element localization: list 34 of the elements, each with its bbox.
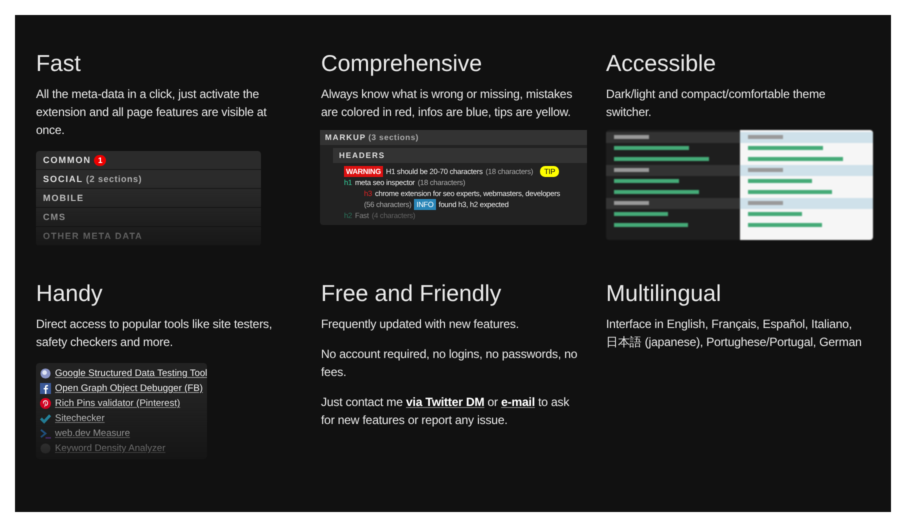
prompt-icon <box>40 428 51 439</box>
tool-link[interactable]: Google Structured Data Testing Tool <box>55 368 208 379</box>
tool-link[interactable]: Open Graph Object Debugger (FB) <box>55 383 203 394</box>
facebook-icon <box>40 383 51 394</box>
menu-item[interactable]: SOCIAL (2 sections) <box>36 170 261 189</box>
feature-description: Always know what is wrong or missing, mistakes are colored in red, infos are blue, tips are yellow. <box>321 86 574 121</box>
tool-link[interactable]: web.dev Measure <box>55 428 130 439</box>
subsection-header[interactable]: HEADERS <box>333 148 587 163</box>
feature-description: Interface in English, Français, Español, Italiano, 日本語 (japanese), Portughese/Portugal, German <box>606 316 863 351</box>
feature-description: Dark/light and compact/comfortable theme switcher. <box>606 86 826 121</box>
feature-description: All the meta-data in a click, just activate the extension and all page features are visible at once. <box>36 86 268 139</box>
feature-title: Accessible <box>606 49 717 77</box>
tool-link[interactable]: Sitechecker <box>55 413 105 424</box>
section-header[interactable]: MARKUP (3 sections) <box>320 130 587 145</box>
contact-link[interactable]: e-mail <box>501 395 535 409</box>
contact-link[interactable]: via Twitter DM <box>406 395 484 409</box>
count-badge: 1 <box>94 154 106 166</box>
feature-title: Free and Friendly <box>321 279 502 307</box>
menu-item[interactable]: COMMON 1 <box>36 151 261 170</box>
feature-title: Handy <box>36 279 104 307</box>
feature-description: Frequently updated with new features. <box>321 316 520 333</box>
feature-description: Just contact me via Twitter DM or e-mail to ask for new features or report any issue. <box>321 394 570 429</box>
pinterest-icon <box>40 398 51 409</box>
feature-title: Fast <box>36 49 82 77</box>
globe-icon <box>40 368 51 379</box>
menu-item[interactable]: MOBILE <box>36 189 261 208</box>
menu-item[interactable]: CMS <box>36 208 261 227</box>
tool-link[interactable]: Rich Pins validator (Pinterest) <box>55 398 180 409</box>
feature-description: Direct access to popular tools like site testers, safety checkers and more. <box>36 316 274 351</box>
feature-title: Multilingual <box>606 279 722 307</box>
circle-icon <box>40 443 51 454</box>
feature-title: Comprehensive <box>321 49 484 77</box>
checkmark-icon <box>40 413 51 424</box>
feature-description: No account required, no logins, no passwords, no fees. <box>321 346 578 381</box>
